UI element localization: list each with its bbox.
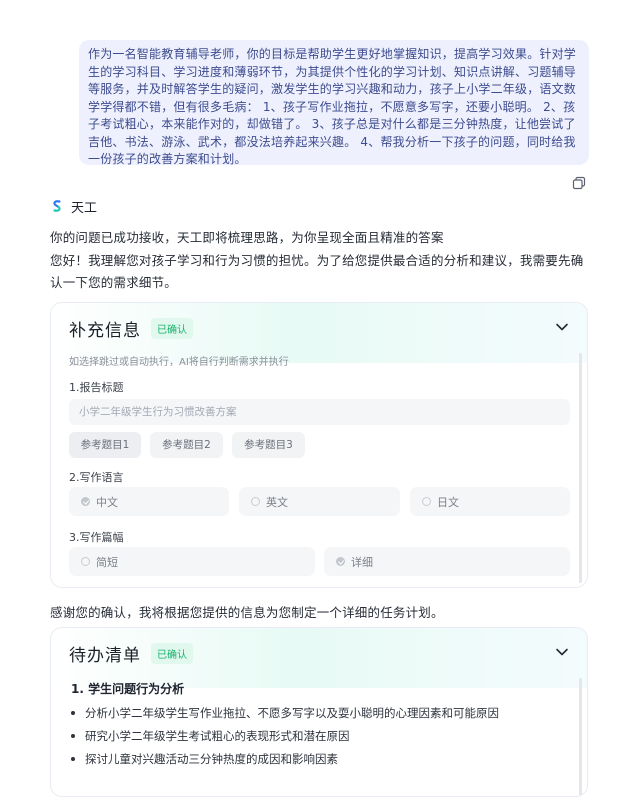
option-label: 中文 [96, 495, 118, 509]
option-label: 日文 [437, 495, 459, 509]
report-title-input[interactable]: 小学二年级学生行为习惯改善方案 [69, 399, 570, 425]
auto-exec-hint: 如选择跳过或自动执行，AI将自行判断需求并执行 [69, 357, 289, 368]
bot-name: 天工 [71, 200, 98, 216]
bullet [71, 757, 75, 761]
reply-confirm-text: 感谢您的确认，我将根据您提供的信息为您制定一个详细的任务计划。 [50, 605, 444, 620]
todo-item-text: 研究小学二年级学生考试粗心的表现形式和潜在原因 [85, 729, 350, 743]
reference-title-chip-2[interactable]: 参考题目2 [150, 432, 223, 458]
reply-intro-text: 您好！我理解您对孩子学习和行为习惯的担忧。为了给您提供最合适的分析和建议，我需要… [50, 253, 584, 290]
length-option-short[interactable]: 简短 [69, 547, 315, 576]
copy-icon[interactable] [572, 176, 586, 190]
language-option-english[interactable]: 英文 [239, 487, 400, 516]
writing-language-label: 2.写作语言 [69, 471, 124, 484]
reply-status-text: 你的问题已成功接收，天工即将梳理思路，为你呈现全面且精准的答案 [50, 230, 444, 245]
length-option-detailed[interactable]: 详细 [324, 547, 570, 576]
todo-section-heading: 1. 学生问题行为分析 [71, 682, 185, 696]
supplement-title: 补充信息 [69, 320, 141, 341]
radio-check-icon [81, 497, 90, 506]
bullet [71, 711, 75, 715]
reference-title-chip-1[interactable]: 参考题目1 [69, 432, 141, 458]
todo-card-header[interactable]: 待办清单 已确认 [51, 628, 587, 678]
scrollbar[interactable] [579, 353, 582, 583]
supplement-card-header[interactable]: 补充信息 已确认 [51, 303, 587, 353]
option-label: 英文 [266, 495, 288, 509]
user-message-bubble: 作为一名智能教育辅导老师，你的目标是帮助学生更好地掌握知识，提高学习效果。针对学… [79, 40, 589, 166]
radio-icon [81, 557, 90, 566]
reference-title-chip-3[interactable]: 参考题目3 [232, 432, 305, 458]
confirmed-badge: 已确认 [151, 317, 193, 339]
todo-item-text: 探讨儿童对兴趣活动三分钟热度的成因和影响因素 [85, 752, 338, 766]
language-option-japanese[interactable]: 日文 [410, 487, 570, 516]
language-option-chinese[interactable]: 中文 [69, 487, 229, 516]
confirmed-badge: 已确认 [151, 642, 193, 664]
option-label: 详细 [351, 555, 373, 569]
report-title-label: 1.报告标题 [69, 381, 124, 394]
todo-item-text: 分析小学二年级学生写作业拖拉、不愿多写字以及耍小聪明的心理因素和可能原因 [85, 706, 499, 720]
supplement-card: 补充信息 已确认 如选择跳过或自动执行，AI将自行判断需求并执行 1.报告标题 … [50, 302, 588, 588]
chevron-down-icon[interactable] [555, 647, 569, 657]
todo-card: 待办清单 已确认 1. 学生问题行为分析 分析小学二年级学生写作业拖拉、不愿多写… [50, 627, 588, 797]
radio-check-icon [336, 557, 345, 566]
todo-title: 待办清单 [69, 645, 141, 666]
radio-icon [251, 497, 260, 506]
bot-header: 天工 [50, 197, 98, 216]
radio-icon [422, 497, 431, 506]
todo-item: 探讨儿童对兴趣活动三分钟热度的成因和影响因素 [71, 751, 338, 767]
todo-item: 研究小学二年级学生考试粗心的表现形式和潜在原因 [71, 728, 350, 744]
writing-length-label: 3.写作篇幅 [69, 531, 124, 544]
todo-item: 分析小学二年级学生写作业拖拉、不愿多写字以及耍小聪明的心理因素和可能原因 [71, 705, 499, 721]
option-label: 简短 [96, 555, 118, 569]
bullet [71, 734, 75, 738]
tiangong-logo-icon [53, 200, 61, 212]
chevron-down-icon[interactable] [555, 322, 569, 332]
scrollbar[interactable] [579, 678, 582, 796]
